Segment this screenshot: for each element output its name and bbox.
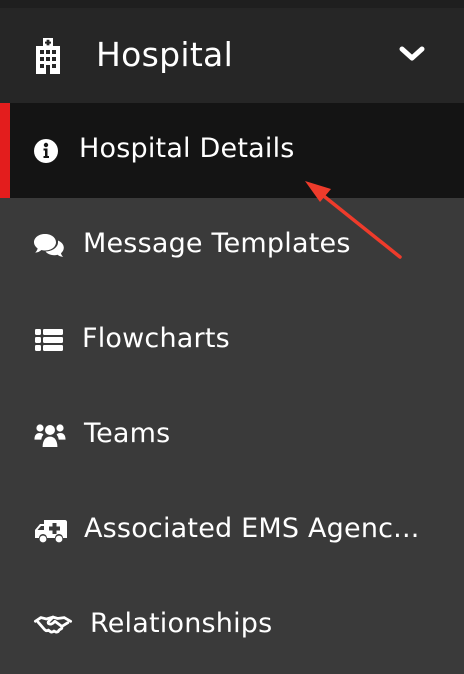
- users-icon: [34, 424, 66, 447]
- menu-item-associated-ems-agencies[interactable]: Associated EMS Agenc...: [0, 483, 464, 578]
- chevron-down-icon[interactable]: [399, 45, 425, 63]
- menu-item-label: Associated EMS Agenc...: [84, 513, 420, 544]
- hospital-section-header[interactable]: Hospital: [0, 8, 464, 103]
- menu-item-label: Flowcharts: [82, 323, 230, 354]
- menu-item-label: Message Templates: [83, 228, 351, 259]
- menu-item-teams[interactable]: Teams: [0, 388, 464, 483]
- menu-item-message-templates[interactable]: Message Templates: [0, 198, 464, 293]
- menu-item-flowcharts[interactable]: Flowcharts: [0, 293, 464, 388]
- comments-icon: [34, 234, 64, 257]
- menu-item-relationships[interactable]: Relationships: [0, 578, 464, 673]
- active-indicator: [0, 103, 10, 198]
- menu-item-label: Relationships: [90, 608, 273, 639]
- menu-item-hospital-details[interactable]: Hospital Details: [0, 103, 464, 198]
- info-circle-icon: [34, 139, 58, 163]
- menu-item-label: Teams: [84, 418, 171, 449]
- hospital-building-icon: [36, 38, 60, 74]
- ambulance-icon: [35, 520, 67, 543]
- list-icon: [35, 329, 63, 351]
- top-border: [0, 0, 464, 8]
- handshake-icon: [33, 615, 73, 634]
- menu-item-label: Hospital Details: [79, 133, 295, 164]
- section-title: Hospital: [96, 35, 234, 74]
